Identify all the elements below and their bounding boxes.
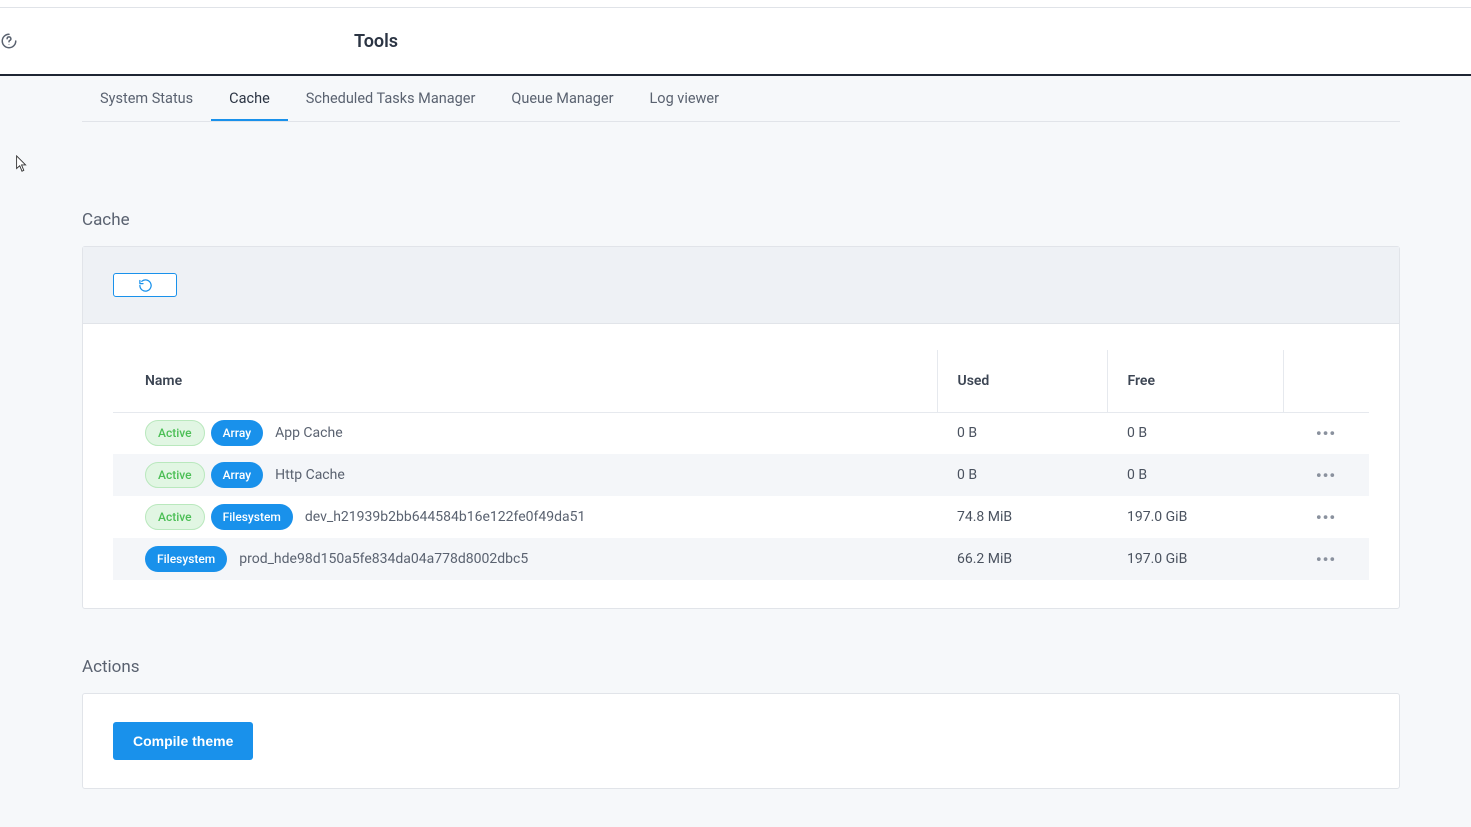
cell-actions: ••• (1283, 496, 1369, 538)
row-name-text: Http Cache (275, 467, 345, 483)
col-header-free[interactable]: Free (1107, 350, 1283, 412)
cell-name: ActiveFilesystem dev_h21939b2bb644584b16e… (113, 496, 937, 538)
col-header-name[interactable]: Name (113, 350, 937, 412)
badge-active: Active (145, 420, 205, 446)
cell-used: 74.8 MiB (937, 496, 1107, 538)
cell-free: 197.0 GiB (1107, 538, 1283, 580)
cell-used: 0 B (937, 454, 1107, 496)
badge-filesystem: Filesystem (145, 546, 227, 572)
refresh-button[interactable] (113, 273, 177, 297)
more-icon[interactable]: ••• (1316, 424, 1336, 443)
tab-cache[interactable]: Cache (211, 76, 288, 121)
col-header-used[interactable]: Used (937, 350, 1107, 412)
cell-free: 197.0 GiB (1107, 496, 1283, 538)
cell-actions: ••• (1283, 412, 1369, 454)
tab-log-viewer[interactable]: Log viewer (631, 76, 737, 121)
badge-active: Active (145, 504, 205, 530)
tab-bar: System StatusCacheScheduled Tasks Manage… (82, 76, 1400, 122)
cache-section-title: Cache (82, 210, 1400, 230)
badge-active: Active (145, 462, 205, 488)
page-title: Tools (354, 31, 398, 52)
cell-name: ActiveArray App Cache (113, 412, 937, 454)
cache-card: Name Used Free ActiveArrayApp Cache0 B0 … (82, 246, 1400, 609)
help-icon[interactable] (0, 32, 18, 50)
row-name-text: dev_h21939b2bb644584b16e122fe0f49da51 (305, 509, 586, 525)
badge-array: Array (211, 420, 264, 446)
cell-name: Filesystem prod_hde98d150a5fe834da04a778d… (113, 538, 937, 580)
table-row: ActiveArray App Cache 0 B0 B ••• (113, 412, 1369, 454)
refresh-icon (138, 278, 153, 293)
cell-used: 0 B (937, 412, 1107, 454)
cell-used: 66.2 MiB (937, 538, 1107, 580)
badge-array: Array (211, 462, 264, 488)
title-bar: Tools (0, 8, 1471, 76)
cell-name: ActiveArray Http Cache (113, 454, 937, 496)
col-header-actions (1283, 350, 1369, 412)
cache-table: Name Used Free ActiveArrayApp Cache0 B0 … (113, 350, 1369, 580)
table-row: ActiveArray Http Cache 0 B0 B ••• (113, 454, 1369, 496)
cursor-icon (15, 155, 29, 173)
table-row: Filesystem prod_hde98d150a5fe834da04a778d… (113, 538, 1369, 580)
top-divider (0, 0, 1471, 8)
more-icon[interactable]: ••• (1316, 466, 1336, 485)
cell-actions: ••• (1283, 454, 1369, 496)
row-name-text: App Cache (275, 425, 343, 441)
tab-queue-manager[interactable]: Queue Manager (493, 76, 631, 121)
cell-actions: ••• (1283, 538, 1369, 580)
cell-free: 0 B (1107, 454, 1283, 496)
cell-free: 0 B (1107, 412, 1283, 454)
tab-scheduled-tasks-manager[interactable]: Scheduled Tasks Manager (288, 76, 494, 121)
table-row: ActiveFilesystem dev_h21939b2bb644584b16e… (113, 496, 1369, 538)
row-name-text: prod_hde98d150a5fe834da04a778d8002dbc5 (239, 551, 528, 567)
actions-section-title: Actions (82, 657, 1400, 677)
compile-theme-button[interactable]: Compile theme (113, 722, 253, 760)
tab-system-status[interactable]: System Status (82, 76, 211, 121)
badge-filesystem: Filesystem (211, 504, 293, 530)
actions-card: Compile theme (82, 693, 1400, 789)
more-icon[interactable]: ••• (1316, 550, 1336, 569)
cache-toolbar (83, 247, 1399, 324)
more-icon[interactable]: ••• (1316, 508, 1336, 527)
